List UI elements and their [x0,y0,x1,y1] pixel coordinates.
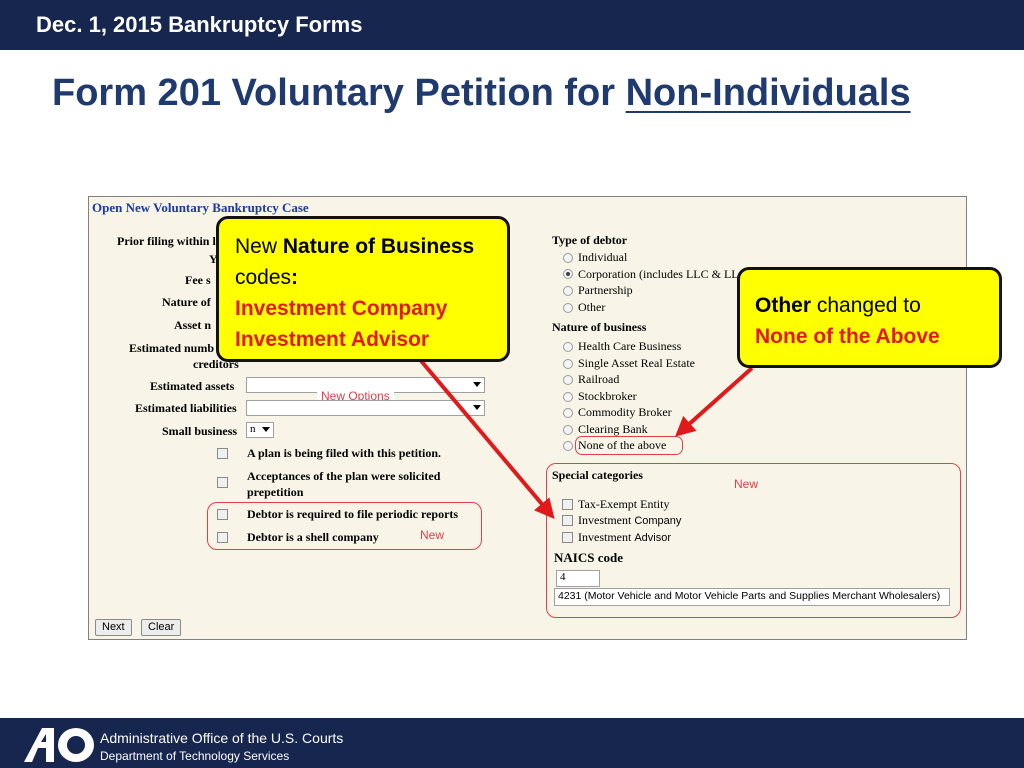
callout-left-prefix: New [235,235,283,258]
callout-right-rest: changed to [811,294,921,317]
footer-org-name: Administrative Office of the U.S. Courts [100,730,344,746]
arrow-to-special-categories [404,341,555,520]
footer-dept-name: Department of Technology Services [100,749,290,763]
callout-right-bold: Other [755,294,812,317]
callout-left-line4: Investment Advisor [235,328,430,351]
callout-left-bold: Nature of Business [282,235,475,258]
callout-left-line3: Investment Company [235,297,448,320]
annotation-arrows [404,341,754,520]
callout-left-line2: codes: [235,262,507,293]
other-changed-callout: Other changed to None of the Above [737,267,1002,368]
callout-left-colon: : [291,266,299,289]
ao-logo-icon [24,728,94,762]
callout-left-line1: New Nature of Business [235,231,507,262]
callout-right-line1: Other changed to [755,290,999,321]
callout-left-codes: codes [235,266,292,289]
arrow-to-none-of-above [675,366,754,437]
nature-of-business-callout: New Nature of Business codes: Investment… [216,216,510,362]
callout-right-line2: None of the Above [755,325,940,348]
footer-bar: Administrative Office of the U.S. Courts… [0,718,1024,768]
